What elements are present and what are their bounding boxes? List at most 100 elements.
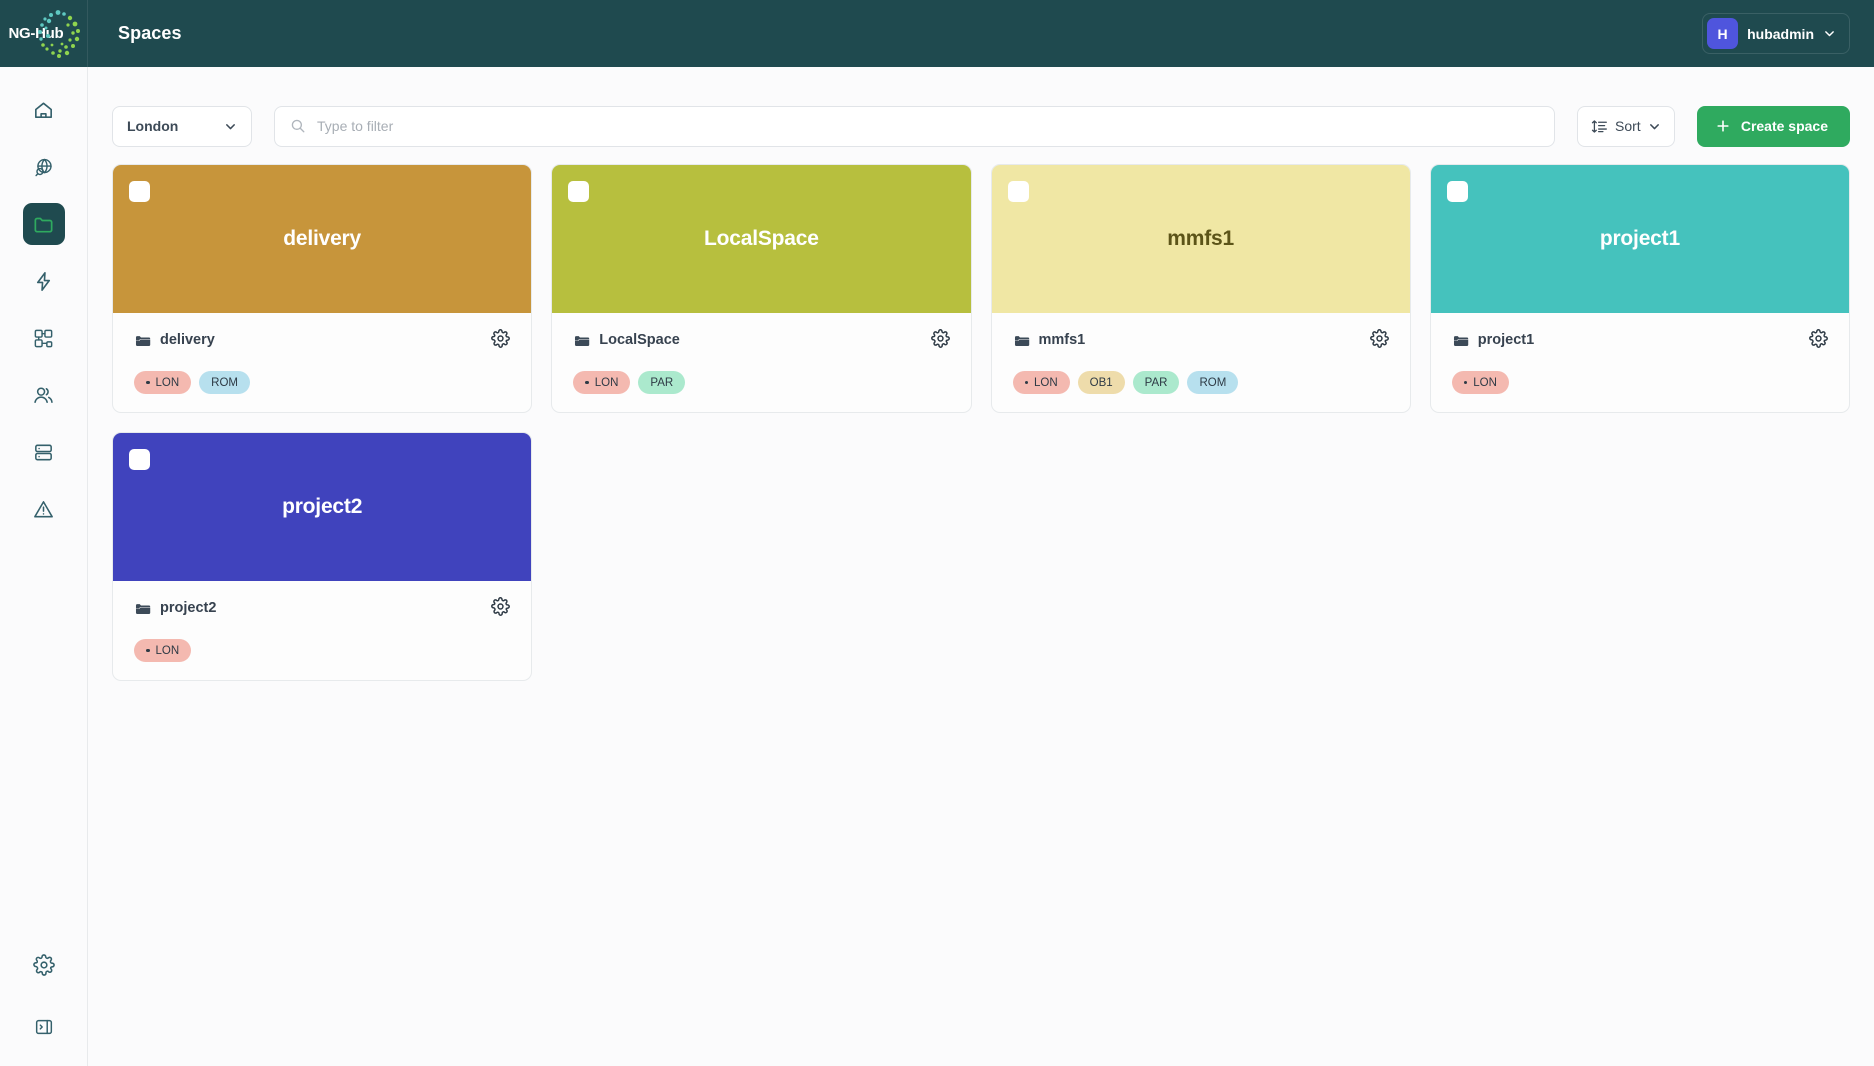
space-tag-label: ROM: [211, 376, 238, 389]
space-card-banner: project1: [1430, 165, 1849, 313]
tag-dot-icon: [1024, 380, 1028, 385]
app-root: NG-Hub Spaces H hubadmin London Type to …: [0, 0, 1874, 1066]
server-stack-icon: [35, 444, 52, 460]
space-card-name: mmfs1: [1038, 332, 1086, 348]
space-tag-label: PAR: [650, 376, 674, 389]
space-card[interactable]: delivery delivery LON ROM: [112, 164, 533, 413]
sidebar-item-activity[interactable]: [23, 260, 65, 302]
gear-icon: [491, 597, 511, 616]
space-card[interactable]: LocalSpace LocalSpace LON PAR: [551, 164, 972, 413]
sidebar-bottom-nav: [23, 944, 65, 1048]
sidebar-item-storage[interactable]: [23, 431, 65, 473]
space-card-banner-title: LocalSpace: [704, 227, 819, 250]
space-tag-label: PAR: [1144, 376, 1168, 389]
space-tag-label: LON: [1034, 376, 1058, 389]
sidebar-item-collapse-panel[interactable]: [23, 1006, 65, 1048]
space-tag[interactable]: OB1: [1077, 371, 1125, 394]
chevron-down-icon: [1649, 123, 1659, 129]
space-tag[interactable]: LON: [573, 371, 631, 394]
space-select-checkbox[interactable]: [568, 181, 590, 202]
sidebar-item-spaces[interactable]: [22, 203, 65, 245]
body: London Sor: [0, 67, 1874, 1066]
space-tag-label: OB1: [1089, 376, 1113, 389]
logo-dot-ring-icon: [37, 9, 80, 58]
user-menu[interactable]: H hubadmin: [1702, 13, 1850, 54]
space-card-name: LocalSpace: [599, 332, 680, 348]
space-card-body: mmfs1 LON OB1 PAR ROM: [992, 313, 1410, 412]
space-tag[interactable]: PAR: [638, 371, 686, 394]
space-card-body: project2 LON: [113, 581, 531, 680]
space-tag-label: LON: [155, 376, 180, 389]
space-card-banner-title: project2: [282, 495, 363, 518]
space-tag-label: LON: [594, 376, 619, 389]
filter-box[interactable]: [274, 105, 1555, 147]
space-tag[interactable]: LON: [1012, 371, 1070, 394]
gear-icon: [32, 954, 55, 976]
space-tag[interactable]: PAR: [1132, 371, 1180, 394]
space-tag-label: LON: [1473, 376, 1497, 389]
space-card-banner-title: mmfs1: [1167, 227, 1234, 250]
space-select-checkbox[interactable]: [1007, 181, 1029, 202]
gear-icon: [491, 329, 511, 348]
nghub-dots-logo: NG-Hub: [7, 7, 81, 61]
space-card[interactable]: project2 project2 LON: [112, 432, 533, 681]
space-card-row: mmfs1: [1013, 329, 1389, 351]
space-tag[interactable]: ROM: [199, 371, 250, 394]
create-space-button[interactable]: Create space: [1696, 105, 1850, 147]
logo-cell[interactable]: NG-Hub: [0, 0, 88, 67]
space-settings-button[interactable]: [1369, 329, 1389, 351]
space-card-row: project2: [134, 597, 511, 619]
folder-icon: [1014, 335, 1029, 346]
sort-button[interactable]: Sort: [1576, 105, 1675, 147]
sidebar-item-discover[interactable]: [23, 146, 65, 188]
space-settings-button[interactable]: [491, 597, 511, 619]
space-card-banner: LocalSpace: [552, 165, 971, 313]
space-card-body: LocalSpace LON PAR: [552, 313, 970, 412]
sidebar-item-topology[interactable]: [23, 317, 65, 359]
gear-icon: [1369, 329, 1389, 348]
page-title: Spaces: [118, 23, 182, 43]
space-settings-button[interactable]: [491, 329, 511, 351]
sidebar-item-alerts[interactable]: [23, 488, 65, 530]
user-name: hubadmin: [1747, 25, 1814, 42]
tag-dot-icon: [146, 380, 150, 385]
space-card-body: delivery LON ROM: [113, 313, 531, 412]
folder-icon: [1453, 335, 1468, 346]
space-tag-label: LON: [155, 644, 180, 657]
top-bar: NG-Hub Spaces H hubadmin: [0, 0, 1874, 67]
search-input[interactable]: [317, 118, 1539, 134]
space-card-banner: project2: [113, 433, 532, 581]
sort-label: Sort: [1614, 118, 1641, 134]
space-card[interactable]: mmfs1 mmfs1 LON OB1 PAR ROM: [990, 164, 1411, 413]
space-tag[interactable]: LON: [1451, 371, 1509, 394]
space-card-name: project2: [160, 600, 217, 616]
folder-icon: [135, 603, 151, 614]
plus-icon: [1717, 120, 1729, 132]
space-card-row: LocalSpace: [573, 329, 950, 351]
search-icon: [291, 119, 305, 133]
lightning-bolt-icon: [36, 271, 51, 291]
space-name-wrap: LocalSpace: [573, 332, 680, 349]
space-settings-button[interactable]: [930, 329, 950, 351]
space-tag[interactable]: LON: [134, 639, 192, 662]
space-tag[interactable]: LON: [134, 371, 192, 394]
users-icon: [34, 386, 53, 403]
network-nodes-icon: [34, 329, 53, 347]
space-settings-button[interactable]: [1809, 329, 1828, 351]
sidebar-item-settings[interactable]: [23, 944, 65, 986]
chevron-down-icon: [1825, 31, 1834, 37]
tag-dot-icon: [1463, 380, 1468, 385]
toolbar: London Sor: [112, 67, 1850, 161]
space-tag[interactable]: ROM: [1187, 371, 1239, 394]
site-select[interactable]: London: [112, 105, 252, 147]
space-select-checkbox[interactable]: [129, 449, 150, 470]
space-select-checkbox[interactable]: [129, 181, 150, 202]
sidebar-item-users[interactable]: [23, 374, 65, 416]
sidebar-item-home[interactable]: [23, 89, 65, 131]
space-card[interactable]: project1 project1 LON: [1429, 164, 1850, 413]
space-card-banner: delivery: [113, 165, 532, 313]
space-select-checkbox[interactable]: [1446, 181, 1468, 202]
sidebar: [0, 67, 88, 1066]
site-select-value: London: [127, 118, 179, 134]
main-content: London Sor: [88, 67, 1874, 1066]
